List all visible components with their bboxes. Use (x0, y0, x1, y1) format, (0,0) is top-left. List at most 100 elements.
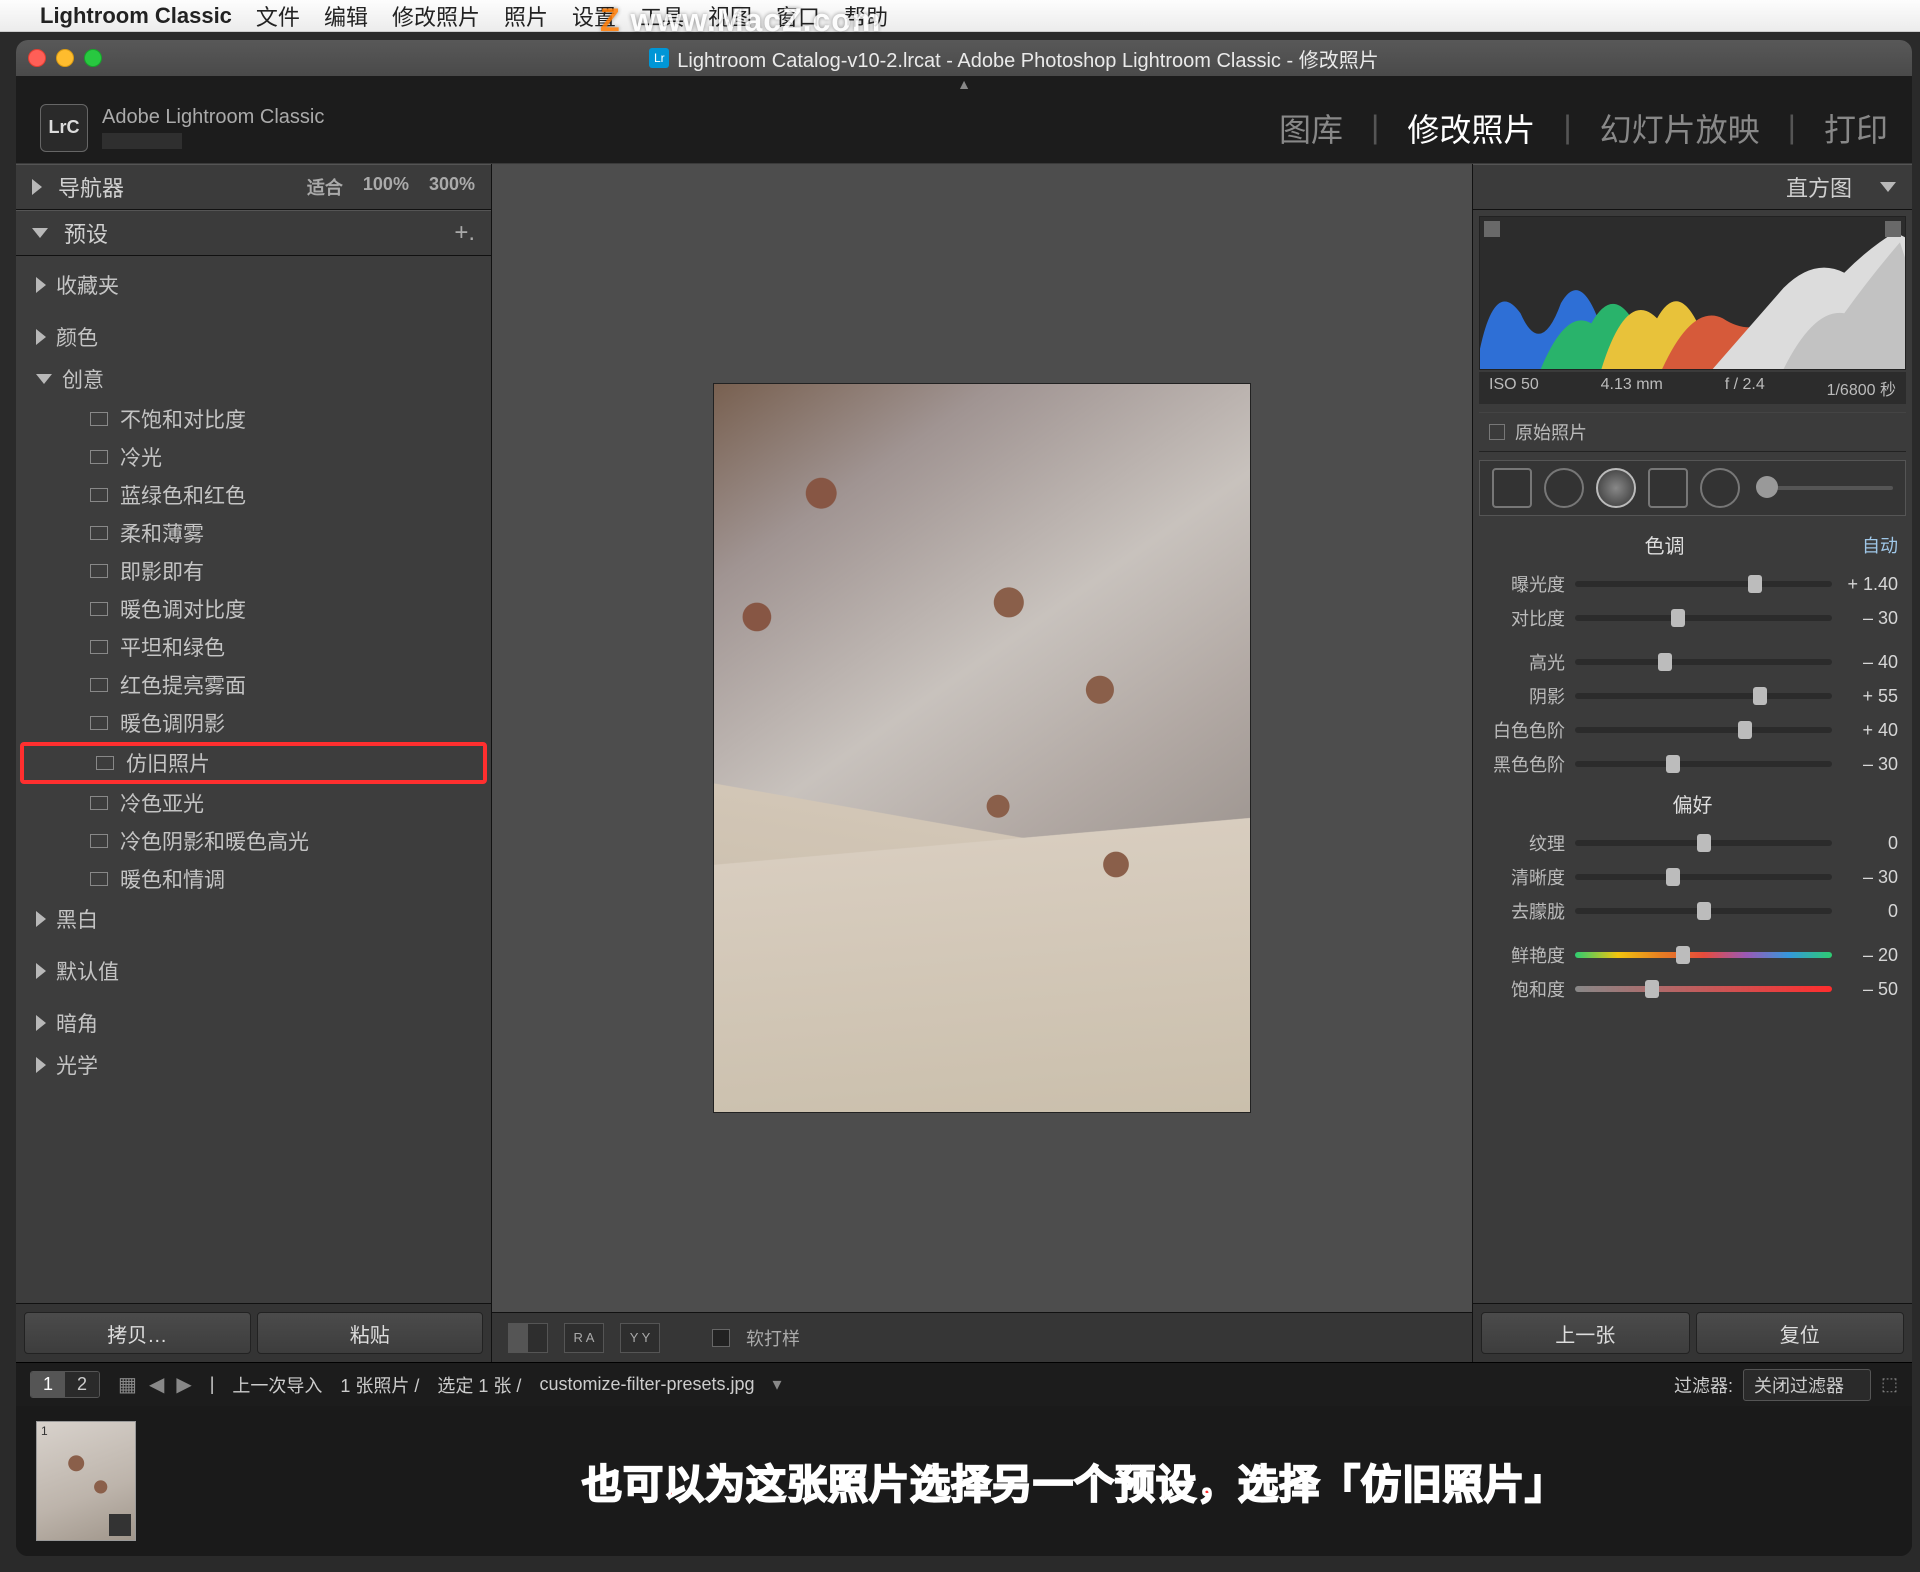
crop-tool-icon[interactable] (1492, 468, 1532, 508)
copy-button[interactable]: 拷贝… (24, 1312, 251, 1354)
close-icon[interactable] (28, 49, 46, 67)
zoom-100[interactable]: 100% (363, 174, 409, 200)
preset-item[interactable]: 平坦和绿色 (16, 628, 491, 666)
preset-item[interactable]: 暖色和情调 (16, 860, 491, 898)
histogram-header[interactable]: 直方图 (1473, 164, 1912, 210)
presets-list: 收藏夹 颜色 创意 不饱和对比度 冷光 蓝绿色和红色 柔和薄雾 即影即有 暖色调… (16, 256, 491, 1303)
zoom-icon[interactable] (84, 49, 102, 67)
previous-button[interactable]: 上一张 (1481, 1312, 1690, 1354)
menu-photo[interactable]: 照片 (504, 0, 548, 32)
softproof-label: 软打样 (746, 1325, 800, 1351)
shadows-slider[interactable]: 阴影+ 55 (1473, 679, 1912, 713)
prev-photo-icon[interactable]: ◀ (149, 1372, 164, 1397)
whites-slider[interactable]: 白色色阶+ 40 (1473, 713, 1912, 747)
preset-icon (90, 602, 108, 616)
minimize-icon[interactable] (56, 49, 74, 67)
auto-tone-button[interactable]: 自动 (1862, 532, 1898, 558)
app-window: Lr Lightroom Catalog-v10-2.lrcat - Adobe… (16, 40, 1912, 1556)
layout-segmented[interactable]: 12 (30, 1371, 100, 1398)
zoom-300[interactable]: 300% (429, 174, 475, 200)
preset-group-bw[interactable]: 黑白 (16, 898, 491, 940)
vibrance-slider[interactable]: 鲜艳度– 20 (1473, 938, 1912, 972)
preset-item[interactable]: 蓝绿色和红色 (16, 476, 491, 514)
clarity-slider[interactable]: 清晰度– 30 (1473, 860, 1912, 894)
softproof-checkbox[interactable] (712, 1329, 730, 1347)
preset-item[interactable]: 红色提亮雾面 (16, 666, 491, 704)
catalog-icon: Lr (649, 48, 669, 68)
texture-slider[interactable]: 纹理0 (1473, 826, 1912, 860)
tone-section-title: 色调 (1487, 530, 1842, 559)
grid-view-icon[interactable]: ▦ (118, 1372, 137, 1397)
top-panel-arrow-icon[interactable]: ▲ (16, 76, 1912, 92)
presets-header[interactable]: 预设 +. (16, 210, 491, 256)
preset-item-aged-photo[interactable]: 仿旧照片 (22, 744, 485, 782)
window-title: Lightroom Catalog-v10-2.lrcat - Adobe Ph… (677, 44, 1378, 73)
filename-label: customize-filter-presets.jpg (539, 1374, 754, 1395)
preset-item[interactable]: 即影即有 (16, 552, 491, 590)
module-slideshow[interactable]: 幻灯片放映 (1600, 105, 1760, 151)
histogram[interactable] (1479, 216, 1906, 370)
menu-edit[interactable]: 编辑 (324, 0, 368, 32)
navigator-header[interactable]: 导航器 适合 100% 300% (16, 164, 491, 210)
identity-plate[interactable] (102, 133, 182, 149)
menu-file[interactable]: 文件 (256, 0, 300, 32)
preset-icon (90, 564, 108, 578)
preset-item[interactable]: 暖色调对比度 (16, 590, 491, 628)
spot-heal-tool-icon[interactable] (1544, 468, 1584, 508)
radial-tool-icon[interactable] (1700, 468, 1740, 508)
reset-button[interactable]: 复位 (1696, 1312, 1905, 1354)
preset-group-creative[interactable]: 创意 (16, 358, 491, 400)
filmstrip[interactable]: 1 也可以为这张照片选择另一个预设，选择「仿旧照片」 (16, 1406, 1912, 1556)
preset-item[interactable]: 冷光 (16, 438, 491, 476)
preset-icon (90, 526, 108, 540)
highlights-slider[interactable]: 高光– 40 (1473, 645, 1912, 679)
preset-item[interactable]: 不饱和对比度 (16, 400, 491, 438)
add-preset-icon[interactable]: +. (454, 219, 475, 247)
filter-lock-icon[interactable]: ⬚ (1881, 1374, 1898, 1395)
module-library[interactable]: 图库 (1279, 105, 1343, 151)
menu-develop[interactable]: 修改照片 (392, 0, 480, 32)
preset-group-defaults[interactable]: 默认值 (16, 950, 491, 992)
redeye-tool-icon[interactable] (1596, 468, 1636, 508)
preset-icon (90, 678, 108, 692)
shadow-clip-icon[interactable] (1484, 221, 1500, 237)
loupe-view-icon[interactable] (508, 1323, 548, 1353)
highlight-clip-icon[interactable] (1885, 221, 1901, 237)
module-print[interactable]: 打印 (1824, 105, 1888, 151)
annotation-overlay: 也可以为这张照片选择另一个预设，选择「仿旧照片」 (276, 1452, 1872, 1510)
menubar-appname[interactable]: Lightroom Classic (40, 3, 232, 29)
checkbox-icon (1489, 424, 1505, 440)
paste-button[interactable]: 粘贴 (257, 1312, 484, 1354)
preset-icon (96, 756, 114, 770)
gradient-tool-icon[interactable] (1648, 468, 1688, 508)
center-toolbar: R A Y Y 软打样 (492, 1312, 1472, 1362)
filter-select[interactable]: 关闭过滤器 (1743, 1369, 1871, 1401)
preset-group-color[interactable]: 颜色 (16, 316, 491, 358)
filmstrip-thumbnail[interactable]: 1 (36, 1421, 136, 1541)
chevron-down-icon (32, 228, 48, 238)
brush-size-slider[interactable] (1752, 484, 1893, 492)
module-develop[interactable]: 修改照片 (1407, 105, 1535, 151)
meta-aperture: f / 2.4 (1725, 376, 1765, 400)
preset-group-optics[interactable]: 光学 (16, 1044, 491, 1086)
breadcrumb[interactable]: 上一次导入 (232, 1372, 322, 1398)
exposure-slider[interactable]: 曝光度+ 1.40 (1473, 567, 1912, 601)
original-photo-toggle[interactable]: 原始照片 (1479, 412, 1906, 452)
preset-item[interactable]: 冷色阴影和暖色高光 (16, 822, 491, 860)
blacks-slider[interactable]: 黑色色阶– 30 (1473, 747, 1912, 781)
next-photo-icon[interactable]: ▶ (176, 1372, 191, 1397)
contrast-slider[interactable]: 对比度– 30 (1473, 601, 1912, 635)
preset-group-vignette[interactable]: 暗角 (16, 1002, 491, 1044)
preset-item[interactable]: 暖色调阴影 (16, 704, 491, 742)
preset-group-favorites[interactable]: 收藏夹 (16, 264, 491, 306)
preset-item[interactable]: 柔和薄雾 (16, 514, 491, 552)
preset-item[interactable]: 冷色亚光 (16, 784, 491, 822)
filter-label: 过滤器: (1674, 1372, 1733, 1398)
zoom-fit[interactable]: 适合 (307, 174, 343, 200)
before-after-yy-icon[interactable]: Y Y (620, 1323, 660, 1353)
saturation-slider[interactable]: 饱和度– 50 (1473, 972, 1912, 1006)
preview-image[interactable] (714, 384, 1250, 1112)
dehaze-slider[interactable]: 去朦胧0 (1473, 894, 1912, 928)
meta-focal: 4.13 mm (1601, 376, 1663, 400)
before-after-ra-icon[interactable]: R A (564, 1323, 604, 1353)
